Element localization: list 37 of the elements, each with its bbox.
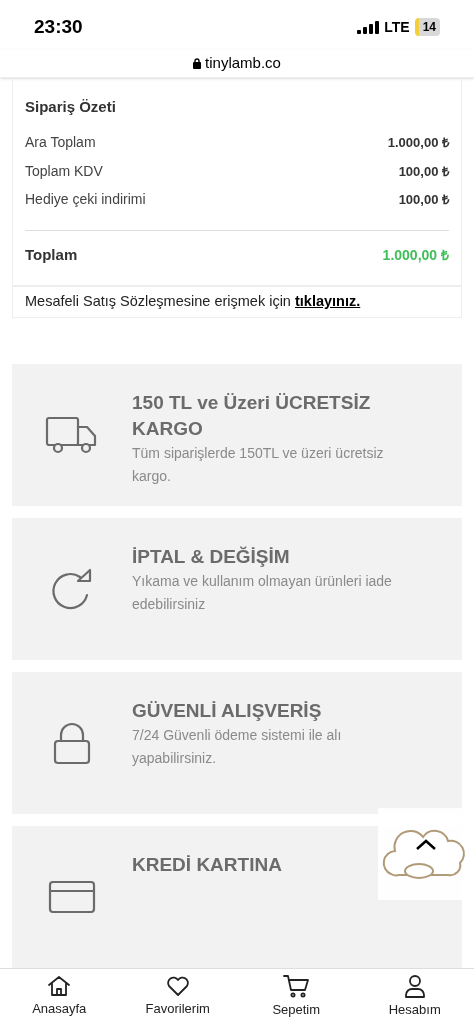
signal-icon (357, 20, 380, 34)
network-label: LTE (384, 17, 410, 37)
battery-indicator: 14 (414, 18, 440, 36)
cart-icon (283, 973, 310, 998)
summary-value: 100,00 ₺ (398, 162, 449, 181)
summary-label: Ara Toplam (25, 133, 96, 153)
nav-tab[interactable]: Sepetim (237, 969, 356, 1024)
summary-value: 100,00 ₺ (398, 191, 449, 209)
feature-title: KREDİ KARTINA (132, 853, 283, 877)
summary-title: Sipariş Özeti (25, 97, 117, 117)
feature-title: İPTAL & DEĞİŞİM (132, 545, 291, 569)
url-text[interactable]: tinylamb.co (205, 52, 281, 75)
summary-label: Toplam KDV (25, 161, 103, 181)
feature-description: Tüm siparişlerde 150TL ve üzeri ücretsiz kargo. (132, 444, 385, 486)
summary-label: Hediye çeki indirimi (25, 190, 146, 210)
feature-description: 7/24 Güvenli ödeme sistemi ile alı (132, 726, 343, 745)
lock-icon (193, 58, 202, 69)
feature-title: 150 TL ve Üzeri ÜCRETSİZ KARGO (132, 391, 372, 441)
heart-icon (165, 974, 190, 997)
nav-tab[interactable]: Favorilerim (118, 969, 237, 1024)
total-value: 1.000,00 ₺ (382, 245, 449, 265)
feature-description: Yıkama ve kullanım olmayan ürünleri iade edebilirsiniz (132, 572, 393, 614)
status-time: 23:30 (34, 14, 83, 39)
feature-title: GÜVENLİ ALIŞVERİŞ (132, 699, 323, 723)
truck-icon (45, 415, 99, 455)
nav-tab[interactable]: Anasayfa (0, 969, 119, 1024)
contract-link[interactable]: tıklayınız. (294, 292, 361, 309)
user-icon (402, 973, 427, 998)
lock-icon (52, 721, 92, 765)
home-icon (47, 974, 72, 997)
refresh-icon (50, 567, 94, 611)
credit-card-icon (48, 880, 96, 914)
feature-description: yapabilirsiniz. (132, 749, 218, 768)
total-label: Toplam (25, 245, 78, 265)
contract-text: Mesafeli Satış Sözleşmesine erişmek için tıklayınız. (25, 291, 361, 311)
summary-value: 1.000,00 ₺ (387, 134, 449, 152)
nav-tab[interactable]: Hesabım (355, 969, 474, 1024)
